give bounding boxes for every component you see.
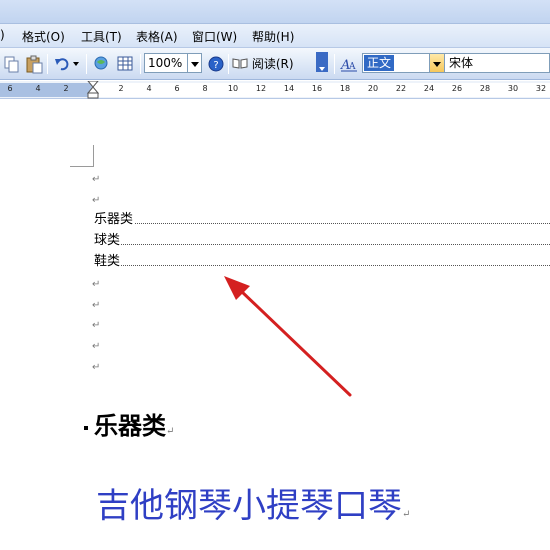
styles-icon[interactable]: A A (340, 54, 358, 74)
ruler-tick: 20 (367, 84, 379, 93)
ruler-tick: 30 (507, 84, 519, 93)
ruler-tick: 22 (395, 84, 407, 93)
ruler-tick: 12 (255, 84, 267, 93)
ruler-tick: 16 (311, 84, 323, 93)
paragraph-mark: ↵ (92, 362, 101, 373)
web-icon[interactable] (92, 54, 112, 74)
ruler-tick: 4 (146, 84, 152, 93)
paragraph-mark: ↵ (92, 174, 101, 185)
title-strip (0, 0, 550, 24)
toolbar-separator (86, 54, 87, 74)
paragraph-mark: ↵ (166, 426, 175, 437)
menu-tools[interactable]: 工具(T) (81, 28, 122, 45)
toc-entry-text: 鞋类 (94, 254, 122, 269)
toc-entry[interactable]: 球类 (94, 232, 550, 250)
toc-leader-dots (94, 223, 550, 224)
undo-icon[interactable] (52, 54, 80, 74)
style-combo[interactable]: 正文 (362, 53, 430, 73)
toc-entry-text: 球类 (94, 233, 122, 248)
read-button-label: 阅读(R) (251, 57, 294, 71)
body-text: 吉他钢琴小提琴口琴 (96, 486, 402, 526)
toolbar-separator (228, 54, 229, 74)
ruler-tick: 14 (283, 84, 295, 93)
toolbar-separator (47, 54, 48, 74)
horizontal-ruler[interactable]: 6 4 2 2 4 6 8 10 12 14 16 18 20 22 24 26… (0, 81, 550, 99)
ruler-tick: 28 (479, 84, 491, 93)
ruler-tick: 24 (423, 84, 435, 93)
ruler-tick: 2 (63, 84, 69, 93)
ruler-tick: 4 (35, 84, 41, 93)
paragraph-mark: ↵ (92, 195, 101, 206)
help-icon[interactable]: ? (207, 54, 225, 74)
style-dropdown-arrow[interactable] (429, 53, 445, 73)
ruler-tick: 6 (174, 84, 180, 93)
menu-format[interactable]: 格式(O) (22, 28, 65, 45)
ruler-tick: 32 (535, 84, 547, 93)
zoom-dropdown-arrow[interactable] (188, 53, 202, 73)
ruler-margin-area (0, 83, 92, 97)
toc-entry[interactable]: 鞋类 (94, 253, 550, 271)
heading-1[interactable]: 乐器类↵ (84, 406, 174, 441)
menu-fragment: ) (0, 28, 5, 42)
toolbar-separator (334, 54, 335, 74)
menu-window[interactable]: 窗口(W) (192, 28, 237, 45)
toolbar-options-icon[interactable] (316, 52, 328, 72)
margin-corner-mark (70, 145, 94, 167)
body-paragraph[interactable]: 吉他钢琴小提琴口琴↵ (96, 478, 410, 527)
paragraph-mark: ↵ (402, 509, 411, 520)
style-value: 正文 (364, 55, 395, 71)
paragraph-mark: ↵ (92, 341, 101, 352)
table-icon[interactable] (116, 54, 136, 74)
toc-entry[interactable]: 乐器类 (94, 211, 550, 229)
ruler-tick: 10 (227, 84, 239, 93)
toc-leader-dots (94, 265, 550, 266)
paragraph-mark: ↵ (92, 279, 101, 290)
heading-bullet (84, 425, 88, 430)
menu-bar: ) 格式(O) 工具(T) 表格(A) 窗口(W) 帮助(H) (0, 24, 550, 48)
ruler-tick: 6 (7, 84, 13, 93)
ruler-tick: 2 (118, 84, 124, 93)
read-button[interactable]: 阅读(R) (232, 55, 294, 72)
toc-leader-dots (94, 244, 550, 245)
toc-entry-text: 乐器类 (94, 212, 135, 227)
copy-icon[interactable] (2, 54, 20, 74)
read-icon (232, 58, 248, 69)
toolbar-separator (140, 54, 141, 74)
font-combo[interactable]: 宋体 (445, 53, 550, 73)
ruler-tick: 18 (339, 84, 351, 93)
svg-text:?: ? (213, 60, 218, 71)
paste-icon[interactable] (24, 54, 44, 74)
paragraph-mark: ↵ (92, 300, 101, 311)
paragraph-mark: ↵ (92, 320, 101, 331)
ruler-tick: 26 (451, 84, 463, 93)
heading-text: 乐器类 (94, 411, 166, 440)
zoom-combo[interactable]: 100% (144, 53, 188, 73)
indent-marker[interactable] (87, 81, 99, 99)
ruler-tick: 8 (202, 84, 208, 93)
menu-help[interactable]: 帮助(H) (252, 28, 294, 45)
menu-table[interactable]: 表格(A) (136, 28, 178, 45)
